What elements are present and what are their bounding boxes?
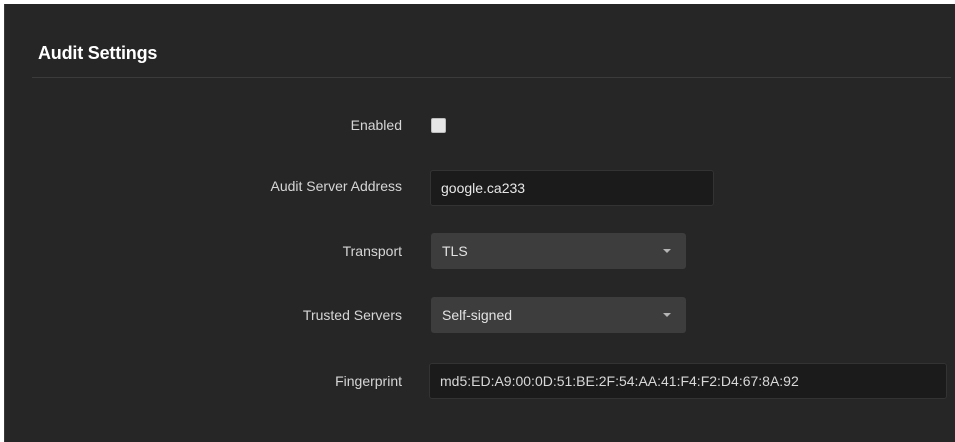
section-title: Audit Settings — [38, 43, 158, 63]
caret-down-icon — [663, 313, 671, 317]
fingerprint-input[interactable]: md5:ED:A9:00:0D:51:BE:2F:54:AA:41:F4:F2:… — [429, 363, 947, 399]
section-divider — [32, 77, 951, 78]
audit-server-address-label: Audit Server Address — [270, 178, 402, 194]
audit-settings-panel: Audit Settings Enabled Audit Server Addr… — [4, 4, 955, 442]
transport-select[interactable]: TLS — [431, 233, 686, 269]
transport-selected-value: TLS — [442, 243, 468, 259]
transport-label: Transport — [342, 243, 402, 259]
audit-server-address-input[interactable]: google.ca233 — [430, 170, 714, 206]
trusted-servers-select[interactable]: Self-signed — [431, 297, 686, 333]
trusted-servers-label: Trusted Servers — [302, 307, 402, 323]
trusted-servers-selected-value: Self-signed — [442, 307, 513, 323]
enabled-checkbox[interactable] — [431, 118, 446, 133]
caret-down-icon — [663, 249, 671, 253]
fingerprint-label: Fingerprint — [335, 373, 402, 389]
enabled-label: Enabled — [350, 117, 402, 133]
